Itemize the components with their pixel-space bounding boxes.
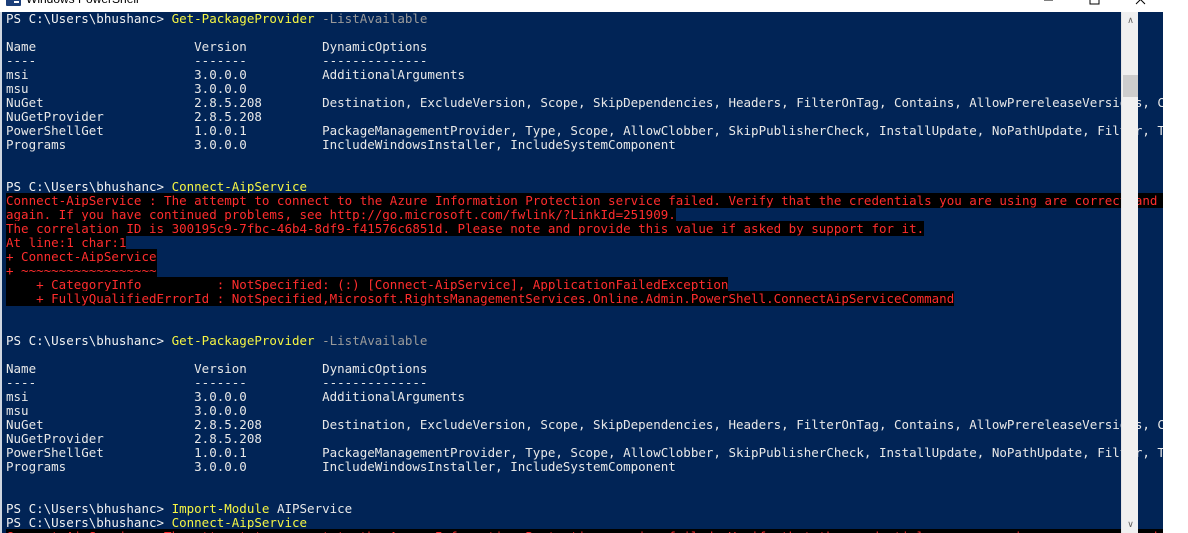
terminal-segment: At line:1 char:1	[6, 235, 127, 250]
terminal-segment	[6, 151, 14, 166]
terminal-segment: msu 3.0.0.0	[6, 81, 247, 96]
terminal-line-output: Programs 3.0.0.0 IncludeWindowsInstaller…	[6, 460, 1163, 474]
terminal-segment: Connect-AipService	[171, 179, 308, 194]
terminal-segment: Programs 3.0.0.0 IncludeWindowsInstaller…	[6, 137, 676, 152]
terminal-segment: PS C:\Users\bhushanc>	[6, 515, 172, 530]
terminal-line-error: + ~~~~~~~~~~~~~~~~~~	[6, 263, 1163, 278]
powershell-window: Windows PowerShell PS C:\Users\bhushanc>…	[0, 0, 1163, 533]
terminal-line-output: ---- ------- --------------	[6, 54, 1163, 68]
terminal-segment: Name Version DynamicOptions	[6, 39, 428, 54]
terminal-line-output: ---- ------- --------------	[6, 376, 1163, 390]
screen-root: In sh on o or e /m Windows PowerShell	[0, 0, 1188, 533]
terminal-segment: NuGet 2.8.5.208 Destination, ExcludeVers…	[6, 95, 1163, 110]
terminal-line-output: Name Version DynamicOptions	[6, 362, 1163, 376]
terminal-segment: Connect-AipService : The attempt to conn…	[6, 193, 1163, 208]
terminal-line-error: The correlation ID is 300195c9-7fbc-46b4…	[6, 221, 1163, 236]
terminal-segment: + FullyQualifiedErrorId : NotSpecified,M…	[6, 291, 955, 306]
terminal-segment: + Connect-AipService	[6, 249, 157, 264]
terminal-segment: Programs 3.0.0.0 IncludeWindowsInstaller…	[6, 459, 676, 474]
terminal-segment: + CategoryInfo : NotSpecified: (:) [Conn…	[6, 277, 729, 292]
terminal-segment: PS C:\Users\bhushanc>	[6, 501, 172, 516]
terminal-segment: Connect-AipService	[171, 515, 308, 530]
terminal-line-error: At line:1 char:1	[6, 235, 1163, 250]
terminal-line-error: + FullyQualifiedErrorId : NotSpecified,M…	[6, 291, 1163, 306]
terminal-line-output: msu 3.0.0.0	[6, 82, 1163, 96]
terminal-output: PS C:\Users\bhushanc> Get-PackageProvide…	[2, 12, 1163, 533]
terminal-line-output: Programs 3.0.0.0 IncludeWindowsInstaller…	[6, 138, 1163, 152]
terminal-segment: -ListAvailable	[314, 333, 428, 348]
terminal-segment: PowerShellGet 1.0.0.1 PackageManagementP…	[6, 123, 1163, 138]
terminal-segment: + ~~~~~~~~~~~~~~~~~~	[6, 263, 157, 278]
terminal-line-error: + CategoryInfo : NotSpecified: (:) [Conn…	[6, 277, 1163, 292]
terminal-segment: -ListAvailable	[314, 12, 428, 26]
terminal-segment: PS C:\Users\bhushanc>	[6, 12, 172, 26]
terminal-surface[interactable]: PS C:\Users\bhushanc> Get-PackageProvide…	[0, 12, 1163, 533]
terminal-segment: Name Version DynamicOptions	[6, 361, 428, 376]
minimize-button[interactable]	[1025, 0, 1071, 12]
terminal-line-blank	[6, 488, 1163, 502]
terminal-segment: AIPService	[269, 501, 353, 516]
terminal-segment	[6, 487, 14, 502]
terminal-segment	[6, 319, 14, 334]
terminal-line-prompt: PS C:\Users\bhushanc> Get-PackageProvide…	[6, 334, 1163, 348]
terminal-line-output: Name Version DynamicOptions	[6, 40, 1163, 54]
terminal-segment: ---- ------- --------------	[6, 53, 428, 68]
terminal-line-blank	[6, 166, 1163, 180]
terminal-line-output: msi 3.0.0.0 AdditionalArguments	[6, 68, 1163, 82]
terminal-segment	[6, 347, 14, 362]
terminal-line-prompt: PS C:\Users\bhushanc> Connect-AipService	[6, 516, 1163, 530]
terminal-segment: PS C:\Users\bhushanc>	[6, 333, 172, 348]
terminal-line-prompt: PS C:\Users\bhushanc> Get-PackageProvide…	[6, 12, 1163, 26]
terminal-segment: ---- ------- --------------	[6, 375, 428, 390]
titlebar-left-group: Windows PowerShell	[6, 0, 139, 6]
terminal-line-prompt: PS C:\Users\bhushanc> Import-Module AIPS…	[6, 502, 1163, 516]
terminal-segment	[6, 305, 14, 320]
terminal-segment: Get-PackageProvider	[171, 12, 315, 26]
powershell-logo-icon	[6, 0, 21, 6]
window-controls	[1025, 0, 1163, 12]
terminal-line-blank	[6, 152, 1163, 166]
terminal-segment: msi 3.0.0.0 AdditionalArguments	[6, 389, 466, 404]
terminal-line-output: NuGet 2.8.5.208 Destination, ExcludeVers…	[6, 96, 1163, 110]
terminal-line-blank	[6, 348, 1163, 362]
terminal-segment	[6, 25, 14, 40]
terminal-segment: Connect-AipService : The attempt to conn…	[6, 529, 1163, 533]
terminal-segment: NuGetProvider 2.8.5.208	[6, 431, 262, 446]
terminal-segment: The correlation ID is 300195c9-7fbc-46b4…	[6, 221, 925, 236]
terminal-segment	[6, 473, 14, 488]
terminal-line-output: PowerShellGet 1.0.0.1 PackageManagementP…	[6, 446, 1163, 460]
terminal-segment: PowerShellGet 1.0.0.1 PackageManagementP…	[6, 445, 1163, 460]
terminal-line-prompt: PS C:\Users\bhushanc> Connect-AipService	[6, 180, 1163, 194]
scrollbar-down-arrow-icon[interactable]: ∨	[1122, 516, 1139, 533]
terminal-segment: NuGetProvider 2.8.5.208	[6, 109, 262, 124]
close-button[interactable]	[1117, 0, 1163, 12]
window-titlebar[interactable]: Windows PowerShell	[0, 0, 1163, 12]
scrollbar-up-arrow-icon[interactable]: ∧	[1122, 12, 1139, 29]
terminal-line-blank	[6, 306, 1163, 320]
terminal-segment: Import-Module	[171, 501, 270, 516]
terminal-scrollbar[interactable]: ∧ ∨	[1121, 12, 1138, 533]
terminal-line-output: msu 3.0.0.0	[6, 404, 1163, 418]
terminal-line-blank	[6, 474, 1163, 488]
maximize-button[interactable]	[1071, 0, 1117, 12]
terminal-segment: PS C:\Users\bhushanc>	[6, 179, 172, 194]
terminal-segment: msi 3.0.0.0 AdditionalArguments	[6, 67, 466, 82]
terminal-line-blank	[6, 26, 1163, 40]
terminal-segment: again. If you have continued problems, s…	[6, 207, 676, 222]
terminal-line-output: NuGetProvider 2.8.5.208	[6, 432, 1163, 446]
terminal-line-error: Connect-AipService : The attempt to conn…	[6, 193, 1163, 208]
terminal-line-blank	[6, 320, 1163, 334]
terminal-segment: Get-PackageProvider	[171, 333, 315, 348]
terminal-segment	[6, 165, 14, 180]
terminal-segment: msu 3.0.0.0	[6, 403, 247, 418]
window-title: Windows PowerShell	[26, 0, 139, 6]
terminal-line-output: NuGet 2.8.5.208 Destination, ExcludeVers…	[6, 418, 1163, 432]
terminal-line-output: NuGetProvider 2.8.5.208	[6, 110, 1163, 124]
terminal-segment: NuGet 2.8.5.208 Destination, ExcludeVers…	[6, 417, 1163, 432]
terminal-line-output: msi 3.0.0.0 AdditionalArguments	[6, 390, 1163, 404]
terminal-line-output: PowerShellGet 1.0.0.1 PackageManagementP…	[6, 124, 1163, 138]
scrollbar-thumb[interactable]	[1123, 75, 1138, 97]
terminal-line-error: + Connect-AipService	[6, 249, 1163, 264]
terminal-line-error: again. If you have continued problems, s…	[6, 207, 1163, 222]
